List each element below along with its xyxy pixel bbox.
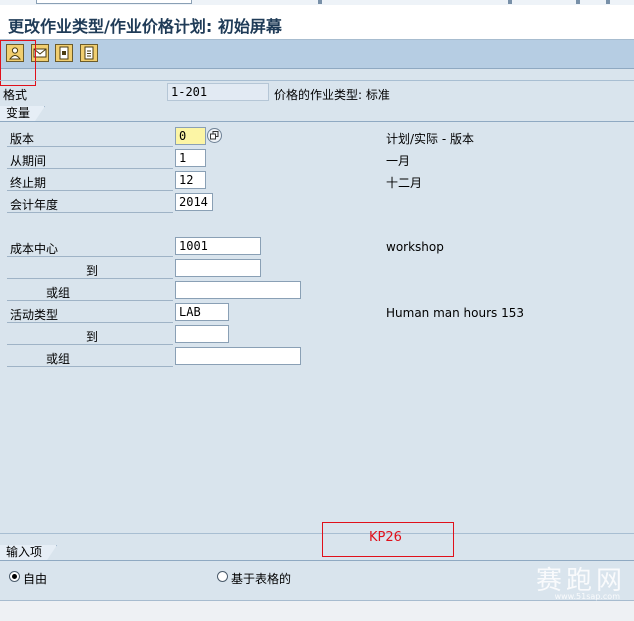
form-based-radio-label: 基于表格的 [231, 572, 292, 586]
strip-marker [508, 0, 512, 4]
activity-type-to-label: 到 [86, 330, 99, 344]
label-underline [7, 146, 173, 147]
layout-description: 价格的作业类型: 标准 [274, 88, 390, 102]
fiscal-year-field[interactable]: 2014 [175, 193, 213, 211]
annotation-text: KP26 [369, 530, 402, 545]
label-underline [7, 300, 173, 301]
application-toolbar [0, 40, 634, 69]
command-field[interactable] [36, 0, 192, 4]
activity-type-label: 活动类型 [10, 308, 59, 322]
version-label: 版本 [10, 132, 35, 146]
to-period-label: 终止期 [10, 176, 47, 190]
activity-type-description: Human man hours 153 [386, 306, 525, 320]
activity-type-or-group-label: 或组 [46, 352, 71, 366]
layout-field[interactable]: 1-201 [167, 83, 269, 101]
label-underline [7, 322, 173, 323]
input-group-title: 输入项 [0, 545, 57, 560]
cost-center-or-group-label: 或组 [46, 286, 71, 300]
version-description: 计划/实际 - 版本 [386, 132, 475, 146]
label-underline [7, 190, 173, 191]
fiscal-year-label: 会计年度 [10, 198, 59, 212]
document-list-icon[interactable] [80, 44, 98, 62]
divider [0, 80, 634, 81]
to-period-description: 十二月 [386, 176, 423, 190]
cost-center-to-field[interactable] [175, 259, 261, 277]
strip-marker [606, 0, 610, 4]
title-bar: 更改作业类型/作业价格计划: 初始屏幕 [0, 5, 634, 40]
to-period-field[interactable]: 12 [175, 171, 206, 189]
layout-label: 格式 [3, 88, 28, 102]
activity-type-field[interactable]: LAB [175, 303, 229, 321]
form-based-radio[interactable] [217, 571, 228, 582]
divider [0, 533, 634, 534]
cost-center-label: 成本中心 [10, 242, 59, 256]
status-bar [0, 600, 634, 621]
activity-type-group-field[interactable] [175, 347, 301, 365]
cost-center-to-label: 到 [86, 264, 99, 278]
activity-type-to-field[interactable] [175, 325, 229, 343]
free-radio[interactable] [9, 571, 20, 582]
label-underline [7, 366, 173, 367]
free-radio-label: 自由 [23, 572, 48, 586]
value-help-icon[interactable] [207, 128, 222, 143]
label-underline [7, 344, 173, 345]
document-icon[interactable] [55, 44, 73, 62]
label-underline [7, 168, 173, 169]
variables-group-header: 变量 [0, 106, 634, 122]
strip-marker [576, 0, 580, 4]
from-period-label: 从期间 [10, 154, 47, 168]
cost-center-group-field[interactable] [175, 281, 301, 299]
label-underline [7, 212, 173, 213]
version-field[interactable]: 0 [175, 127, 206, 145]
from-period-field[interactable]: 1 [175, 149, 206, 167]
label-underline [7, 256, 173, 257]
input-group-header: 输入项 [0, 545, 634, 561]
watermark-url: www.51sap.com [554, 592, 620, 601]
label-underline [7, 278, 173, 279]
strip-marker [318, 0, 322, 4]
cost-center-field[interactable]: 1001 [175, 237, 261, 255]
cost-center-description: workshop [386, 240, 444, 254]
variables-group-title: 变量 [0, 106, 45, 121]
from-period-description: 一月 [386, 154, 411, 168]
page-title: 更改作业类型/作业价格计划: 初始屏幕 [8, 17, 282, 36]
